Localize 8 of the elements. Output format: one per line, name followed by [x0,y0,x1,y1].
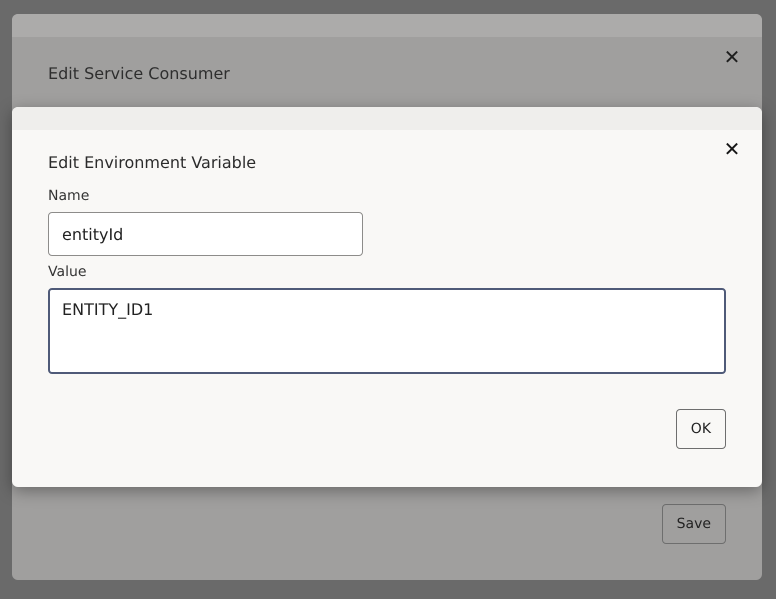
ok-button[interactable]: OK [676,409,726,449]
name-field[interactable]: entityId [48,212,363,256]
value-field[interactable]: ENTITY_ID1 [48,288,726,374]
dialog-title: Edit Environment Variable [48,153,258,172]
dialog-title: Edit Service Consumer [48,64,230,83]
field-label: Value [48,264,88,280]
save-button[interactable]: Save [662,504,726,544]
field-label: Name [48,188,90,204]
